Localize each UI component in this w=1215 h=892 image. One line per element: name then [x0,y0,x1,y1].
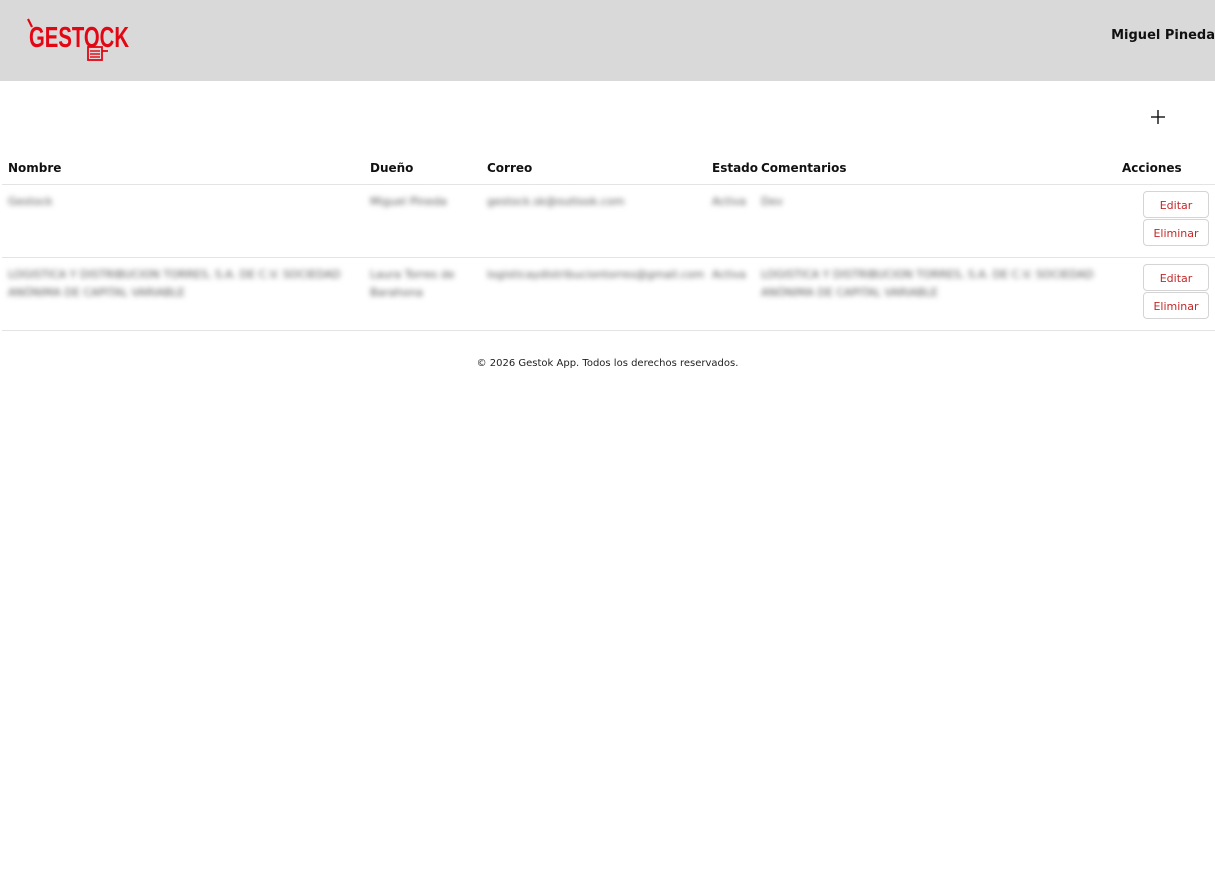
cell-correo: gestock.sk@outlook.com [481,184,706,258]
edit-button[interactable]: Editar [1143,191,1209,218]
plus-icon [1151,110,1165,124]
cell-estado: Activa [706,257,755,331]
add-button[interactable] [1146,105,1170,129]
delete-button[interactable]: Eliminar [1143,292,1209,319]
column-header-acciones: Acciones [1116,152,1215,185]
cell-nombre: Gestock [2,184,364,258]
edit-button[interactable]: Editar [1143,264,1209,291]
table-header-row: Nombre Dueño Correo Estado Comentarios A… [2,152,1215,185]
companies-table: Nombre Dueño Correo Estado Comentarios A… [2,152,1215,331]
gestock-logo[interactable]: GESTOCK [26,17,132,63]
logo-text: GESTOCK [29,22,129,54]
cell-dueno: Laura Torres de Barahona [364,257,481,331]
cell-comentarios: Dev [755,184,1116,258]
table-row: Gestock Miguel Pineda gestock.sk@outlook… [2,184,1215,258]
column-header-estado[interactable]: Estado [706,152,758,185]
delete-button[interactable]: Eliminar [1143,219,1209,246]
app-header: GESTOCK Miguel Pineda [0,0,1215,81]
footer-copyright: © 2026 Gestok App. Todos los derechos re… [476,358,739,369]
user-menu[interactable]: Miguel Pineda [1111,28,1215,43]
column-header-correo[interactable]: Correo [481,152,706,185]
cell-acciones: Editar Eliminar [1116,184,1215,258]
cell-correo: logisticaydistribuciontorres@gmail.com [481,257,706,331]
column-header-comentarios[interactable]: Comentarios [755,152,1116,185]
cell-comentarios: LOGISTICA Y DISTRIBUCION TORRES, S.A. DE… [755,257,1116,331]
cell-estado: Activa [706,184,755,258]
column-header-dueno[interactable]: Dueño [364,152,481,185]
cell-dueno: Miguel Pineda [364,184,481,258]
column-header-nombre[interactable]: Nombre [2,152,364,185]
cell-nombre: LOGISTICA Y DISTRIBUCION TORRES, S.A. DE… [2,257,364,331]
cell-acciones: Editar Eliminar [1116,257,1215,331]
table-row: LOGISTICA Y DISTRIBUCION TORRES, S.A. DE… [2,257,1215,331]
